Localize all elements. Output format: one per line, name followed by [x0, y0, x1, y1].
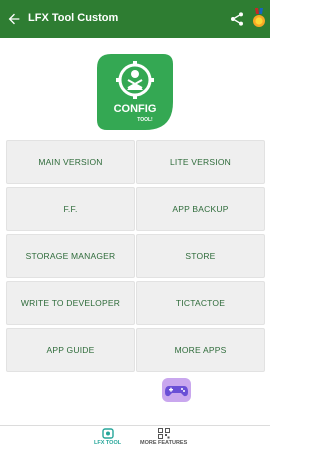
app-backup-button[interactable]: APP BACKUP — [136, 187, 265, 231]
storage-manager-button[interactable]: STORAGE MANAGER — [6, 234, 135, 278]
tictactoe-button[interactable]: TICTACTOE — [136, 281, 265, 325]
award-medal-icon[interactable] — [252, 8, 266, 30]
logo-text-config: CONFIG — [114, 103, 157, 115]
ff-button[interactable]: F.F. — [6, 187, 135, 231]
logo-text-tool: TOOL! — [137, 117, 153, 123]
tab-more-features-label: MORE FEATURES — [140, 440, 188, 446]
tab-lfx-tool[interactable]: LFX TOOL — [94, 428, 121, 446]
lite-version-button[interactable]: LITE VERSION — [136, 140, 265, 184]
main-version-button[interactable]: MAIN VERSION — [6, 140, 135, 184]
tab-lfx-tool-label: LFX TOOL — [94, 440, 122, 446]
tab-more-features[interactable]: MORE FEATURES — [140, 428, 187, 446]
qr-code-icon — [157, 428, 170, 439]
app-guide-button[interactable]: APP GUIDE — [6, 328, 135, 372]
more-apps-button[interactable]: MORE APPS — [136, 328, 265, 372]
bottom-navigation: LFX TOOL MORE FEATURES — [0, 425, 270, 450]
gamepad-icon[interactable] — [162, 378, 191, 402]
share-icon[interactable] — [229, 11, 245, 27]
write-to-developer-button[interactable]: WRITE TO DEVELOPER — [6, 281, 135, 325]
page-title: LFX Tool Custom — [28, 12, 119, 24]
app-bar: LFX Tool Custom — [0, 0, 270, 38]
store-button[interactable]: STORE — [136, 234, 265, 278]
config-tool-logo: CONFIG TOOL! — [97, 54, 173, 130]
back-arrow-icon[interactable] — [6, 11, 22, 27]
lfx-tool-icon — [101, 428, 114, 439]
